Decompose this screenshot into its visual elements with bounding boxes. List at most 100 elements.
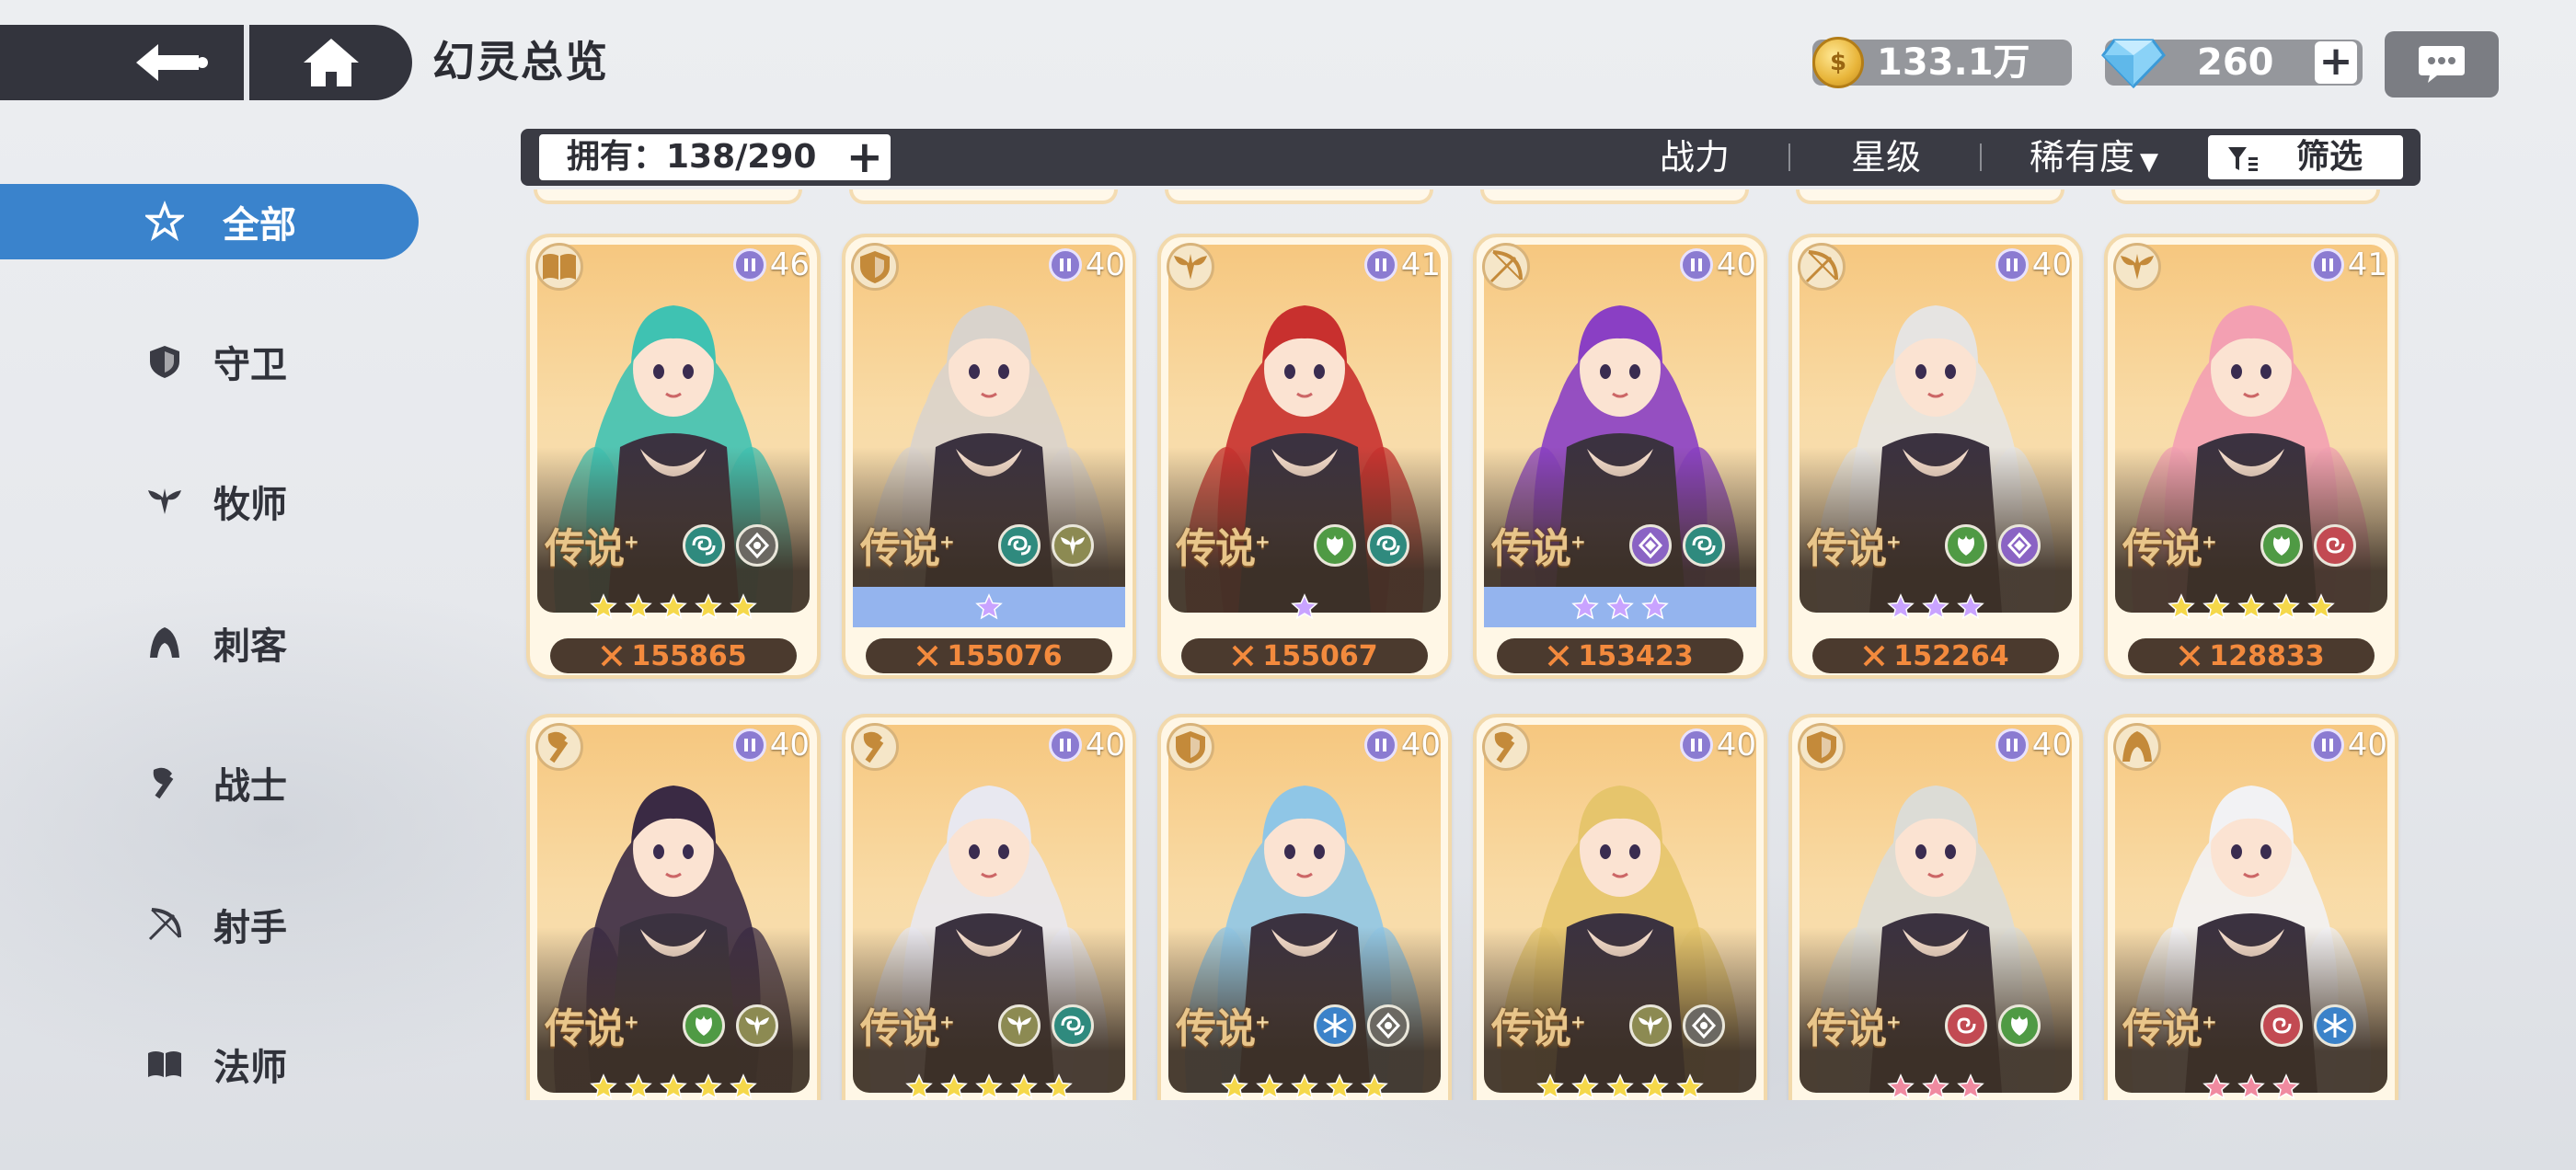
card-edge bbox=[2111, 189, 2380, 204]
character-card[interactable]: 40 传说+ bbox=[1788, 714, 2083, 1100]
star-icon bbox=[1641, 1073, 1669, 1100]
neutral-element-icon bbox=[1683, 1004, 1725, 1047]
advance-badge-icon bbox=[2310, 728, 2344, 762]
character-card[interactable]: 40 传说+ bbox=[1473, 714, 1767, 1100]
star-icon bbox=[730, 593, 757, 620]
rarity-label: 传说+ bbox=[2122, 525, 2217, 572]
star-rating bbox=[1484, 587, 1756, 627]
bow-class-icon bbox=[1798, 243, 1846, 291]
advance-badge-icon bbox=[1679, 728, 1713, 762]
star-icon bbox=[1887, 1073, 1915, 1100]
power-value: 155865 bbox=[631, 639, 747, 672]
rarity-text: 传说 bbox=[1176, 525, 1256, 572]
sidebar-item-hood[interactable]: 刺客 bbox=[0, 605, 419, 681]
wind-element-icon bbox=[1052, 1004, 1094, 1047]
level-number: 40 bbox=[1716, 727, 1756, 763]
sidebar-item-label: 射手 bbox=[213, 907, 287, 949]
character-card[interactable]: 41 传说+ 155067 bbox=[1157, 234, 1452, 679]
book-icon bbox=[145, 1045, 184, 1084]
sidebar-item-label: 守卫 bbox=[213, 344, 287, 386]
sidebar-item-label: 牧师 bbox=[213, 484, 287, 526]
frost-element-icon bbox=[2314, 1004, 2356, 1047]
star-icon bbox=[1326, 1073, 1353, 1100]
wind-element-icon bbox=[998, 524, 1041, 567]
sidebar-item-wings[interactable]: 牧师 bbox=[0, 464, 419, 539]
level-display: 40 bbox=[1048, 247, 1125, 283]
level-number: 40 bbox=[1085, 727, 1125, 763]
hood-icon bbox=[145, 624, 184, 662]
advance-badge-icon bbox=[1363, 248, 1397, 281]
expand-icon: + bbox=[845, 132, 883, 183]
power-value: 153423 bbox=[1578, 639, 1694, 672]
character-card[interactable]: 41 传说+ 128833 bbox=[2104, 234, 2398, 679]
character-card[interactable]: 46 传说+ 155865 bbox=[526, 234, 821, 679]
advance-badge-icon bbox=[732, 248, 766, 281]
rarity-text: 传说 bbox=[1176, 1005, 1256, 1052]
sidebar-item-book[interactable]: 法师 bbox=[0, 1027, 419, 1102]
star-icon bbox=[1676, 1073, 1704, 1100]
chat-button[interactable] bbox=[2385, 31, 2499, 98]
star-icon bbox=[695, 1073, 722, 1100]
sort-star-tab[interactable]: 星级 bbox=[1851, 129, 1921, 186]
sidebar-item-bow[interactable]: 射手 bbox=[0, 887, 419, 962]
level-display: 40 bbox=[1995, 247, 2072, 283]
star-icon bbox=[2168, 593, 2195, 620]
card-edge bbox=[849, 189, 1118, 204]
rarity-label: 传说+ bbox=[860, 1005, 955, 1052]
owned-counter[interactable]: 拥有：138/290 + bbox=[537, 132, 892, 182]
axe-class-icon bbox=[535, 723, 583, 771]
filter-funnel-icon bbox=[2228, 147, 2258, 171]
character-card[interactable]: 40 传说+ bbox=[2104, 714, 2398, 1100]
card-edge bbox=[1165, 189, 1433, 204]
sidebar-item-axe[interactable]: 战士 bbox=[0, 745, 419, 820]
power-display: 155067 bbox=[1181, 638, 1428, 673]
home-button[interactable] bbox=[276, 25, 386, 100]
sidebar-item-all-star[interactable]: 全部 bbox=[0, 184, 419, 259]
rarity-label: 传说+ bbox=[860, 525, 955, 572]
shield-icon bbox=[145, 342, 184, 381]
star-rating bbox=[1800, 1067, 2072, 1100]
gem-value: 260 bbox=[2197, 41, 2274, 84]
star-icon bbox=[2307, 593, 2335, 620]
star-icon bbox=[1361, 1073, 1388, 1100]
rarity-text: 传说 bbox=[2122, 1005, 2202, 1052]
back-button[interactable] bbox=[110, 25, 230, 100]
character-card[interactable]: 40 传说+ 155076 bbox=[842, 234, 1136, 679]
character-card[interactable]: 40 传说+ 152264 bbox=[1788, 234, 2083, 679]
character-card[interactable]: 40 传说+ 153423 bbox=[1473, 234, 1767, 679]
star-rating bbox=[2115, 587, 2387, 627]
power-value: 155076 bbox=[947, 639, 1063, 672]
star-rating bbox=[853, 587, 1125, 627]
axe-icon bbox=[145, 763, 184, 802]
star-icon bbox=[2202, 1073, 2230, 1100]
wings-icon bbox=[145, 482, 184, 521]
star-icon bbox=[940, 1073, 968, 1100]
neutral-element-icon bbox=[1367, 1004, 1409, 1047]
sort-power-tab[interactable]: 战力 bbox=[1660, 129, 1730, 186]
power-value: 152264 bbox=[1893, 639, 2009, 672]
rarity-text: 传说 bbox=[860, 1005, 940, 1052]
character-card[interactable]: 40 传说+ bbox=[1157, 714, 1452, 1100]
star-icon bbox=[590, 593, 617, 620]
sort-rarity-tab[interactable]: 稀有度 ▼ bbox=[2030, 129, 2158, 186]
star-icon bbox=[625, 593, 652, 620]
card-edge bbox=[1796, 189, 2064, 204]
bow-icon bbox=[145, 905, 184, 944]
nav-divider bbox=[244, 25, 249, 100]
sidebar-item-label: 法师 bbox=[213, 1047, 287, 1089]
star-icon bbox=[1957, 1073, 1984, 1100]
filter-button[interactable]: 筛选 bbox=[2206, 133, 2405, 181]
character-card[interactable]: 40 传说+ bbox=[526, 714, 821, 1100]
star-icon bbox=[1291, 1073, 1318, 1100]
character-card[interactable]: 40 传说+ bbox=[842, 714, 1136, 1100]
axe-class-icon bbox=[1482, 723, 1530, 771]
level-display: 40 bbox=[1995, 727, 2072, 763]
crossed-swords-icon bbox=[2179, 645, 2201, 667]
level-display: 40 bbox=[1679, 247, 1756, 283]
rarity-label: 传说+ bbox=[1491, 1005, 1586, 1052]
sidebar-item-shield[interactable]: 守卫 bbox=[0, 324, 419, 399]
level-number: 40 bbox=[769, 727, 810, 763]
add-gems-button[interactable]: + bbox=[2315, 41, 2357, 84]
wings-element-icon bbox=[736, 1004, 778, 1047]
level-number: 40 bbox=[2347, 727, 2387, 763]
